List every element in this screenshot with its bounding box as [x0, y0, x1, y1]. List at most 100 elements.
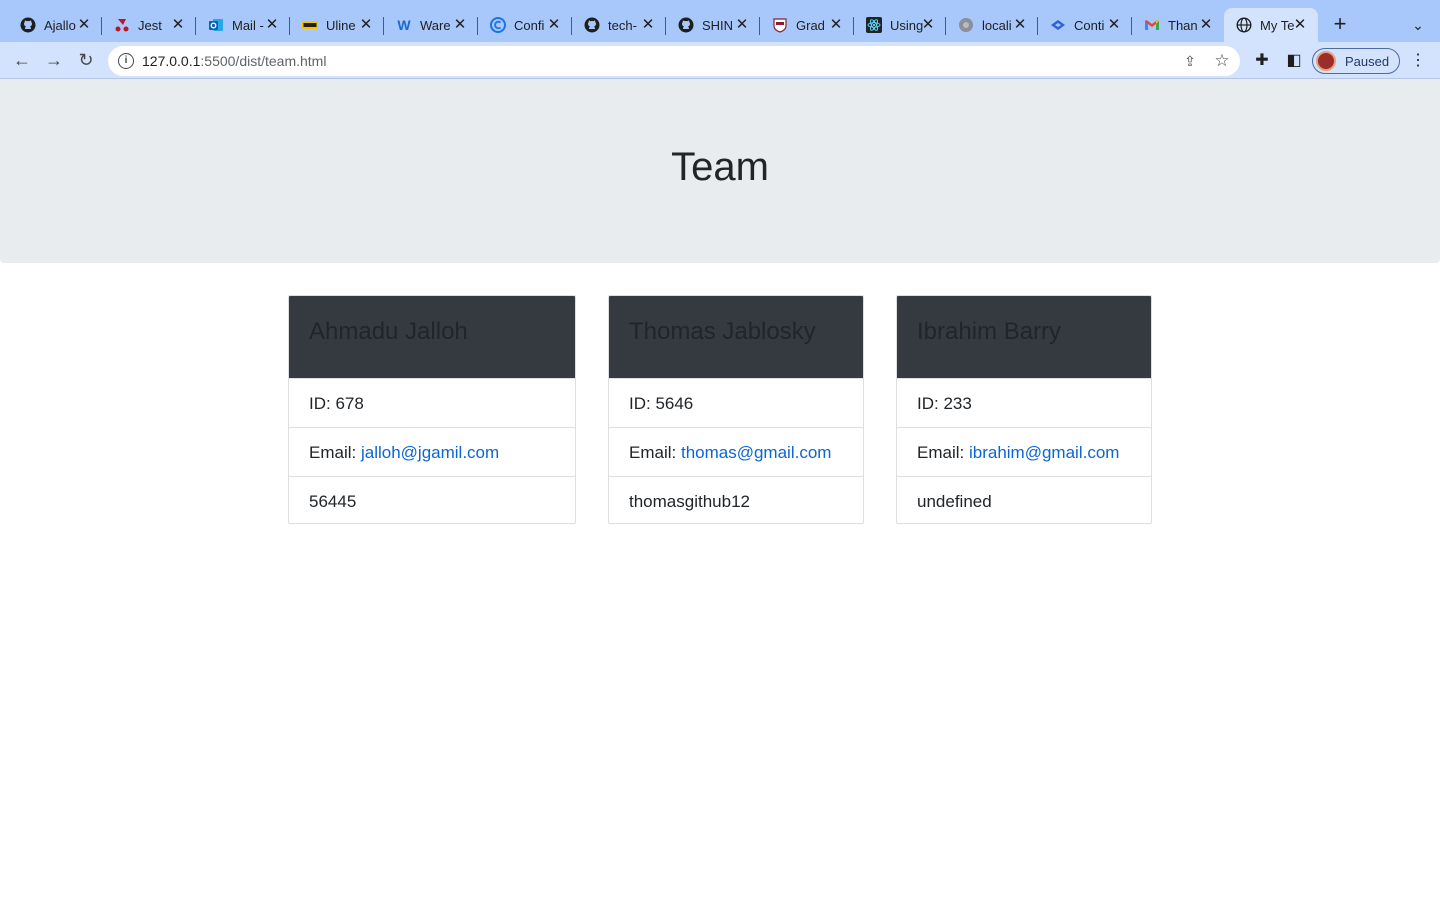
- tab-title: Mail -: [232, 17, 264, 33]
- extensions-puzzle-icon[interactable]: ✚: [1251, 50, 1273, 72]
- w-icon: W: [397, 17, 411, 33]
- browser-tab[interactable]: Than ✕: [1132, 8, 1224, 42]
- diamond-icon: [1050, 17, 1066, 33]
- browser-tab[interactable]: Conti ✕: [1038, 8, 1132, 42]
- close-icon[interactable]: ✕: [734, 17, 750, 33]
- github-icon: [678, 17, 694, 33]
- github-icon: [20, 17, 36, 33]
- member-id: ID: 233: [917, 394, 972, 413]
- close-icon[interactable]: ✕: [76, 17, 92, 33]
- member-id: ID: 5646: [629, 394, 694, 413]
- browser-tab[interactable]: W Ware ✕: [384, 8, 478, 42]
- close-icon[interactable]: ✕: [1012, 17, 1028, 33]
- browser-tab[interactable]: Uline ✕: [290, 8, 384, 42]
- member-extra: undefined: [917, 492, 992, 511]
- outlook-icon: [208, 17, 224, 33]
- react-icon: [866, 17, 882, 33]
- close-icon[interactable]: ✕: [264, 17, 280, 33]
- member-email-link[interactable]: jalloh@jgamil.com: [361, 443, 499, 462]
- close-icon[interactable]: ✕: [1106, 17, 1122, 33]
- member-id: ID: 678: [309, 394, 364, 413]
- new-tab-button[interactable]: +: [1328, 13, 1352, 37]
- close-icon[interactable]: ✕: [452, 17, 468, 33]
- member-name: Ibrahim Barry: [917, 318, 1062, 345]
- close-icon[interactable]: ✕: [546, 17, 562, 33]
- side-panel-icon[interactable]: ◧: [1283, 50, 1305, 72]
- url-path: :5500/dist/team.html: [200, 53, 327, 69]
- profile-button[interactable]: Paused: [1312, 48, 1400, 74]
- team-member-card: Ahmadu Jalloh ID: 678 Email: jalloh@jgam…: [288, 295, 576, 524]
- tab-title: tech-: [608, 17, 637, 33]
- member-name: Thomas Jablosky: [629, 318, 816, 345]
- browser-tab[interactable]: Grad ✕: [760, 8, 854, 42]
- member-extra-row: 56445: [289, 476, 575, 523]
- member-extra: thomasgithub12: [629, 492, 750, 511]
- profile-status: Paused: [1345, 54, 1390, 69]
- jest-icon: [114, 17, 130, 33]
- member-email-link[interactable]: thomas@gmail.com: [681, 443, 831, 462]
- back-arrow-icon[interactable]: ←: [10, 49, 34, 73]
- member-email-link[interactable]: ibrahim@gmail.com: [969, 443, 1119, 462]
- tab-title: My Te: [1260, 17, 1295, 33]
- tab-title: Uline: [326, 17, 356, 33]
- close-icon[interactable]: ✕: [920, 17, 936, 33]
- member-extra-row: undefined: [897, 476, 1151, 523]
- member-id-row: ID: 678: [289, 378, 575, 427]
- member-email-row: Email: thomas@gmail.com: [609, 427, 863, 476]
- member-name: Ahmadu Jalloh: [309, 318, 468, 345]
- more-menu-icon[interactable]: ⋮: [1407, 50, 1429, 72]
- close-icon[interactable]: ✕: [640, 17, 656, 33]
- close-icon[interactable]: ✕: [358, 17, 374, 33]
- tab-title: Jest: [138, 17, 162, 33]
- site-info-icon[interactable]: i: [118, 53, 134, 69]
- uline-icon: [302, 17, 318, 33]
- tab-title: Confi: [514, 17, 545, 33]
- tab-title: Grad: [796, 17, 825, 33]
- reload-icon[interactable]: ↻: [74, 49, 98, 73]
- member-id-row: ID: 233: [897, 378, 1151, 427]
- browser-tab[interactable]: Ajallo ✕: [8, 8, 102, 42]
- card-header: Thomas Jablosky: [609, 296, 863, 378]
- browser-tab[interactable]: SHIN ✕: [666, 8, 760, 42]
- close-icon[interactable]: ✕: [170, 17, 186, 33]
- browser-tab[interactable]: tech- ✕: [572, 8, 666, 42]
- browser-tab[interactable]: locali ✕: [946, 8, 1038, 42]
- browser-tab[interactable]: Using ✕: [854, 8, 946, 42]
- page-title: Team: [671, 145, 769, 189]
- globe-icon: [1236, 17, 1252, 33]
- forward-arrow-icon[interactable]: →: [42, 49, 66, 73]
- close-icon[interactable]: ✕: [828, 17, 844, 33]
- member-extra-row: thomasgithub12: [609, 476, 863, 523]
- close-icon[interactable]: ✕: [1292, 17, 1308, 33]
- browser-toolbar: ← → ↻ i 127.0.0.1:5500/dist/team.html ⇪ …: [0, 42, 1440, 79]
- team-member-card: Thomas Jablosky ID: 5646 Email: thomas@g…: [608, 295, 864, 524]
- gmail-icon: [1144, 17, 1160, 33]
- avatar: [1316, 51, 1336, 71]
- browser-tab-active[interactable]: My Te ✕: [1224, 8, 1318, 42]
- url-text[interactable]: 127.0.0.1:5500/dist/team.html: [142, 53, 326, 69]
- globe-icon: [958, 17, 974, 33]
- shield-crest-icon: [772, 17, 788, 33]
- browser-tab[interactable]: Mail - ✕: [196, 8, 290, 42]
- github-icon: [584, 17, 600, 33]
- tab-title: SHIN: [702, 17, 734, 33]
- tab-search-icon[interactable]: ⌄: [1406, 13, 1430, 37]
- member-email-row: Email: jalloh@jgamil.com: [289, 427, 575, 476]
- tab-title: Conti: [1074, 17, 1105, 33]
- close-icon[interactable]: ✕: [1198, 17, 1214, 33]
- bookmark-star-icon[interactable]: ☆: [1212, 51, 1232, 71]
- browser-tab[interactable]: Confi ✕: [478, 8, 572, 42]
- address-bar[interactable]: i 127.0.0.1:5500/dist/team.html ⇪ ☆: [108, 46, 1240, 76]
- email-label: Email:: [629, 443, 681, 462]
- card-header: Ibrahim Barry: [897, 296, 1151, 378]
- card-header: Ahmadu Jalloh: [289, 296, 575, 378]
- share-icon[interactable]: ⇪: [1180, 51, 1200, 71]
- team-member-card: Ibrahim Barry ID: 233 Email: ibrahim@gma…: [896, 295, 1152, 524]
- member-email-row: Email: ibrahim@gmail.com: [897, 427, 1151, 476]
- browser-tab[interactable]: Jest ✕: [102, 8, 196, 42]
- c-circle-icon: [490, 17, 506, 33]
- url-host: 127.0.0.1: [142, 53, 201, 69]
- email-label: Email:: [917, 443, 969, 462]
- page-header: Team: [0, 79, 1440, 263]
- email-label: Email:: [309, 443, 361, 462]
